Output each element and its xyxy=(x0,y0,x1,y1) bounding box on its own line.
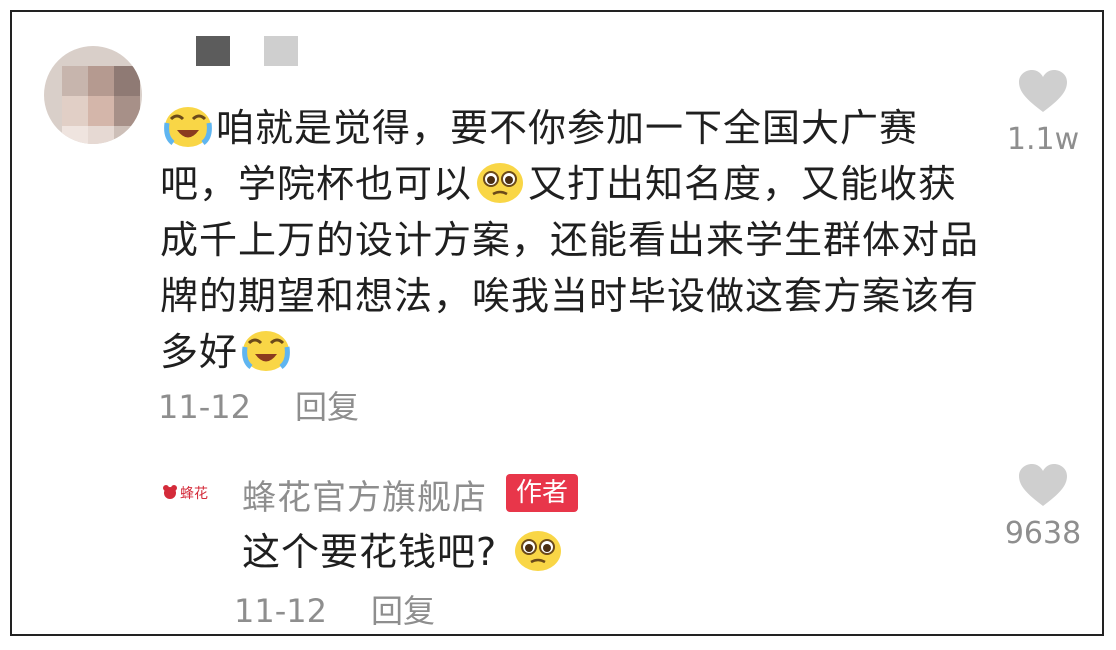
reply-text-content: 这个要花钱吧? xyxy=(242,530,498,574)
crying-laughing-emoji-icon xyxy=(242,331,290,371)
shop-logo-text: 蜂花 xyxy=(180,486,208,502)
reply-button[interactable]: 回复 xyxy=(295,388,359,426)
reply-text: 这个要花钱吧? xyxy=(242,524,566,580)
username-redacted[interactable] xyxy=(196,36,230,66)
pleading-face-emoji-icon xyxy=(515,531,562,571)
comment-thread: 咱就是觉得，要不你参加一下全国大广赛吧，学院杯也可以 又打出知名度，又能收获成千… xyxy=(10,10,1104,636)
shop-name[interactable]: 蜂花官方旗舰店 xyxy=(242,470,487,519)
comment-like-count: 1.1w xyxy=(1006,122,1080,157)
username-redacted-2 xyxy=(264,36,298,66)
comment-text: 咱就是觉得，要不你参加一下全国大广赛吧，学院杯也可以 又打出知名度，又能收获成千… xyxy=(160,100,980,380)
reply-meta: 11-12 回复 xyxy=(234,586,435,632)
pleading-face-emoji-icon xyxy=(477,163,524,203)
author-badge: 作者 xyxy=(506,474,579,512)
comment-date: 11-12 xyxy=(158,388,251,426)
reply-like-count: 9638 xyxy=(1004,516,1082,551)
comment-like-button[interactable]: 1.1w xyxy=(988,68,1098,157)
heart-icon xyxy=(1019,464,1067,506)
comment-meta: 11-12 回复 xyxy=(158,382,359,428)
reply-like-button[interactable]: 9638 xyxy=(988,462,1098,551)
avatar[interactable] xyxy=(44,46,142,144)
heart-icon xyxy=(1019,70,1067,112)
reply-reply-button[interactable]: 回复 xyxy=(371,592,435,630)
shop-logo[interactable]: 蜂花 xyxy=(162,478,222,508)
crying-laughing-emoji-icon xyxy=(164,107,212,147)
reply-date: 11-12 xyxy=(234,592,327,630)
